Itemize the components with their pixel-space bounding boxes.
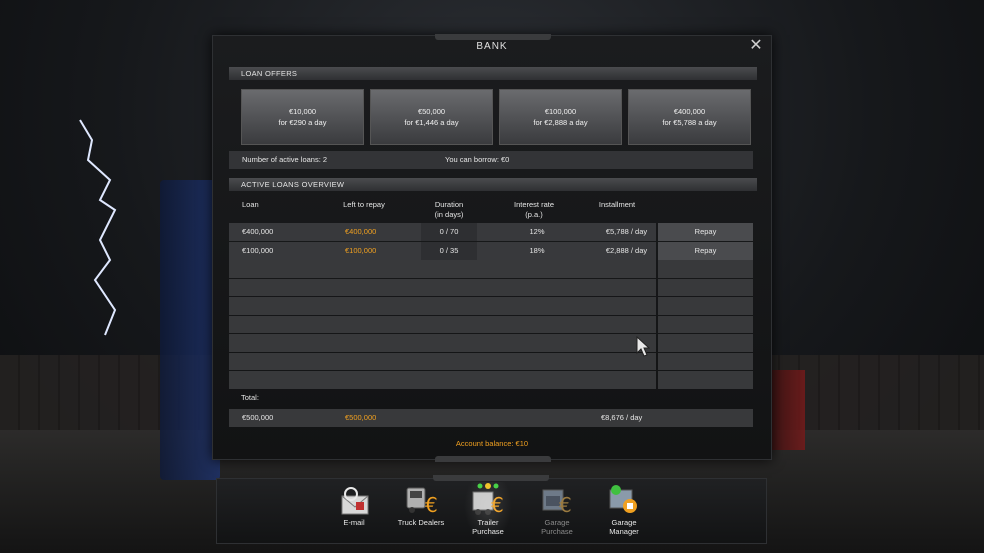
installment-cell: €5,788 / day <box>597 223 656 241</box>
offer-amount: €100,000 <box>544 107 577 116</box>
empty-table-row <box>229 278 753 298</box>
total-loan: €500,000 <box>242 413 274 422</box>
offer-rate: for €290 a day <box>278 118 327 127</box>
total-left-to-repay: €500,000 <box>345 413 377 422</box>
dock-label: E-mail <box>343 518 365 527</box>
svg-text:€: € <box>425 493 438 517</box>
dock-tab-decoration <box>433 475 549 481</box>
account-balance: Account balance: €10 <box>455 439 529 448</box>
active-loans-count: Number of active loans: 2 <box>242 155 328 164</box>
empty-table-row <box>229 297 753 316</box>
empty-table-row <box>229 352 753 372</box>
dock-label: Garage <box>611 518 637 527</box>
trailer-purchase-icon: € <box>472 483 504 517</box>
table-row: €100,000 €100,000 0 / 35 18% €2,888 / da… <box>229 241 753 261</box>
loan-cell: €100,000 <box>229 241 329 260</box>
mouse-cursor-icon <box>636 336 650 357</box>
bottom-dock: E-mail € Truck Dealers € Trailer Purchas… <box>216 475 767 544</box>
svg-text:€: € <box>491 493 504 517</box>
empty-table-row <box>229 371 753 390</box>
background-truck <box>160 180 220 480</box>
col-left-to-repay: Left to repay <box>343 200 385 209</box>
left-to-repay-cell: €100,000 <box>329 241 421 260</box>
bank-window: BANK ✕ LOAN OFFERS €10,000 for €290 a da… <box>212 34 772 462</box>
active-loans-table: Loan Left to repay Duration (in days) In… <box>229 196 753 390</box>
loan-offer-button-50000[interactable]: €50,000 for €1,446 a day <box>370 89 493 145</box>
offer-rate: for €1,446 a day <box>404 118 459 127</box>
garage-manager-icon <box>609 485 637 513</box>
empty-table-row <box>229 315 753 335</box>
bottom-tab-decoration <box>435 456 551 462</box>
interest-cell: 12% <box>477 223 597 241</box>
interest-cell: 18% <box>477 241 597 260</box>
repay-button[interactable]: Repay <box>658 241 753 260</box>
garage-purchase-icon: € <box>542 489 572 517</box>
dock-label-line2: Manager <box>609 527 639 536</box>
loan-offers-list: €10,000 for €290 a day €50,000 for €1,44… <box>241 89 753 145</box>
loan-offer-button-400000[interactable]: €400,000 for €5,788 a day <box>628 89 751 145</box>
col-duration: Duration (in days) <box>434 200 464 219</box>
dock-garage-purchase-button[interactable]: € Garage Purchase <box>527 482 587 544</box>
can-borrow-amount: You can borrow: €0 <box>445 155 510 164</box>
svg-text:€: € <box>559 493 572 517</box>
total-row: €500,000 €500,000 €8,676 / day <box>229 409 753 427</box>
repay-button[interactable]: Repay <box>658 223 753 241</box>
email-icon <box>341 487 369 515</box>
loan-offers-header: LOAN OFFERS <box>229 67 757 80</box>
duration-cell: 0 / 35 <box>421 241 477 260</box>
offer-amount: €400,000 <box>673 107 706 116</box>
dock-garage-manager-button[interactable]: Garage Manager <box>594 482 654 544</box>
window-title: BANK <box>476 41 508 52</box>
offer-rate: for €2,888 a day <box>533 118 588 127</box>
offer-rate: for €5,788 a day <box>662 118 717 127</box>
lightning-bolt <box>79 119 117 336</box>
loan-offer-button-10000[interactable]: €10,000 for €290 a day <box>241 89 364 145</box>
dock-label: Garage <box>544 518 570 527</box>
loan-offer-button-100000[interactable]: €100,000 for €2,888 a day <box>499 89 622 145</box>
loan-cell: €400,000 <box>229 223 329 241</box>
offer-amount: €50,000 <box>417 107 446 116</box>
offer-amount: €10,000 <box>288 107 317 116</box>
left-to-repay-cell: €400,000 <box>329 223 421 241</box>
installment-cell: €2,888 / day <box>597 241 656 260</box>
total-installment: €8,676 / day <box>601 413 643 422</box>
active-loans-header: ACTIVE LOANS OVERVIEW <box>229 178 757 191</box>
dock-label: Trailer <box>477 518 499 527</box>
col-interest-rate: Interest rate (p.a.) <box>513 200 555 219</box>
dock-label-line2: Purchase <box>541 527 573 536</box>
table-row: €400,000 €400,000 0 / 70 12% €5,788 / da… <box>229 223 753 242</box>
col-installment: Installment <box>598 200 636 209</box>
dock-trailer-purchase-button[interactable]: € Trailer Purchase <box>458 482 518 544</box>
dock-email-button[interactable]: E-mail <box>324 482 384 544</box>
close-icon[interactable]: ✕ <box>749 38 763 54</box>
total-label: Total: <box>241 393 259 402</box>
empty-table-row <box>229 260 753 279</box>
loan-summary-row: Number of active loans: 2 You can borrow… <box>229 151 753 169</box>
col-loan: Loan <box>242 200 259 209</box>
dock-label: Truck Dealers <box>397 518 445 527</box>
table-header: Loan Left to repay Duration (in days) In… <box>229 196 753 223</box>
duration-cell: 0 / 70 <box>421 223 477 241</box>
dock-truck-dealers-button[interactable]: € Truck Dealers <box>391 482 451 544</box>
dock-label-line2: Purchase <box>472 527 504 536</box>
empty-table-row <box>229 334 753 353</box>
truck-dealer-icon: € <box>406 487 438 517</box>
